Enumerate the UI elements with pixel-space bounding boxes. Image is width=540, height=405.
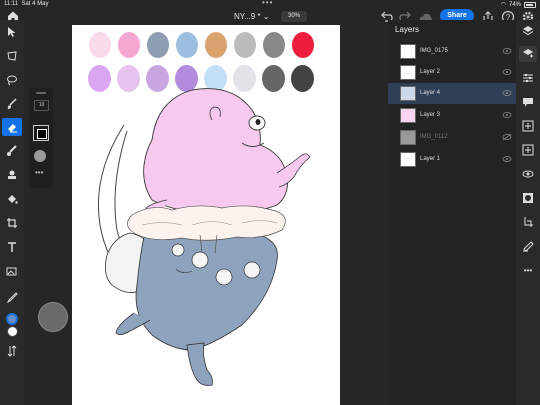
adjustments-toggle[interactable]: [519, 70, 537, 86]
eraser-icon: [8, 124, 17, 133]
layers-panel-toggle[interactable]: [519, 23, 537, 39]
fill-tool[interactable]: [2, 190, 22, 208]
transform-icon: [7, 51, 17, 61]
zoom-level[interactable]: 30%: [281, 11, 307, 22]
mask-icon: [523, 193, 533, 203]
fill-layer-button[interactable]: [519, 238, 537, 254]
layer-row-img-0112[interactable]: IMG_0112: [388, 127, 516, 148]
more-layer-options[interactable]: •••: [519, 262, 537, 278]
smudge-tool[interactable]: [2, 142, 22, 160]
background-color-swatch: [6, 325, 18, 337]
clipping-mask-button[interactable]: [519, 214, 537, 230]
layer-name: Layer 3: [420, 112, 441, 118]
eyedropper-icon: [6, 292, 18, 303]
layers-panel-title: Layers: [395, 25, 420, 34]
layers-panel: Layers IMG_0175 Layer 2 Layer 4 Layer 3 …: [388, 20, 516, 405]
brush-tool[interactable]: [2, 95, 22, 113]
crop-icon: [7, 218, 17, 228]
layer-name: Layer 4: [420, 90, 441, 96]
stamp-icon: [8, 170, 16, 179]
eyedropper-tool[interactable]: [2, 288, 22, 306]
brush-hardness-swatch[interactable]: [33, 125, 49, 141]
visibility-eye-icon[interactable]: [502, 47, 512, 55]
layer-thumbnail: [400, 152, 416, 167]
add-layer-icon: [522, 120, 534, 132]
document-canvas[interactable]: [72, 25, 340, 405]
type-tool[interactable]: [2, 238, 22, 256]
visibility-eye-icon[interactable]: [502, 68, 512, 76]
layer-properties-toggle[interactable]: [519, 46, 537, 62]
visibility-eye-icon[interactable]: [502, 89, 512, 97]
brush-size-field[interactable]: 10: [34, 100, 49, 111]
left-toolbar: [0, 20, 24, 405]
visibility-eye-icon[interactable]: [502, 111, 512, 119]
crop-tool[interactable]: [2, 214, 22, 232]
move-tool[interactable]: [2, 23, 22, 41]
status-right: ◠ 74%: [501, 1, 536, 8]
layers-stack-icon: [522, 26, 534, 36]
paint-bucket-icon: [8, 195, 18, 204]
layer-row-layer-3[interactable]: Layer 3: [388, 105, 516, 126]
brush-icon: [7, 98, 17, 109]
battery-icon: [524, 1, 536, 8]
layer-name: Layer 2: [420, 69, 441, 75]
right-toolbar: •••: [516, 20, 540, 405]
clip-icon: [524, 217, 533, 227]
swap-colors[interactable]: [2, 342, 22, 360]
eraser-tool[interactable]: [2, 118, 22, 136]
background-color[interactable]: [2, 322, 22, 340]
place-image-icon: [6, 267, 17, 276]
add-adjustment-button[interactable]: [519, 142, 537, 158]
layer-mask-button[interactable]: [519, 190, 537, 206]
chevron-down-icon: ⌄: [262, 12, 270, 21]
layer-thumbnail: [400, 130, 416, 145]
sliders-icon: [523, 73, 533, 83]
panel-grip[interactable]: [36, 92, 46, 94]
multitask-dots[interactable]: •••: [262, 0, 273, 7]
layer-row-img-0175[interactable]: IMG_0175: [388, 41, 516, 62]
brush-opacity-swatch[interactable]: [34, 150, 46, 162]
visibility-hidden-eye-icon[interactable]: [502, 133, 512, 141]
layer-row-layer-2[interactable]: Layer 2: [388, 62, 516, 83]
smudge-icon: [7, 145, 17, 156]
battery-percent: 74%: [508, 1, 521, 8]
layer-row-layer-4[interactable]: Layer 4: [388, 83, 516, 104]
layer-thumbnail: [400, 44, 416, 59]
add-adjustment-icon: [522, 144, 534, 156]
visibility-eye-icon[interactable]: [502, 155, 512, 163]
clone-stamp-tool[interactable]: [2, 166, 22, 184]
wifi-icon: ◠: [500, 2, 506, 8]
layer-name: IMG_0175: [420, 48, 449, 54]
type-t-icon: [8, 242, 16, 252]
status-bar: 11:11 Sat 4 May ••• ◠ 74%: [0, 0, 540, 9]
layer-name: IMG_0112: [420, 134, 448, 140]
add-layer-button[interactable]: [519, 118, 537, 134]
layer-visibility-toggle[interactable]: [519, 166, 537, 182]
comments-toggle[interactable]: [519, 94, 537, 110]
document-title[interactable]: NY...9 * ⌄: [234, 12, 269, 21]
place-image-tool[interactable]: [2, 262, 22, 280]
more-options-icon[interactable]: •••: [35, 168, 43, 177]
status-time: 11:11 Sat 4 May: [4, 1, 49, 7]
layer-properties-icon: [523, 49, 533, 58]
drawing-artwork: [97, 88, 311, 386]
layer-row-layer-1[interactable]: Layer 1: [388, 149, 516, 170]
layer-thumbnail: [400, 86, 416, 101]
more-dots-icon: •••: [523, 265, 533, 275]
eye-icon: [522, 170, 534, 178]
comment-icon: [523, 98, 533, 107]
fill-stroke-icon: [523, 241, 534, 252]
transform-tool[interactable]: [2, 47, 22, 65]
move-arrow-icon: [8, 27, 16, 37]
layer-thumbnail: [400, 65, 416, 80]
layer-thumbnail: [400, 108, 416, 123]
swap-arrows-icon: [7, 345, 17, 357]
layer-name: Layer 1: [420, 156, 441, 162]
lasso-icon: [7, 75, 17, 86]
lasso-tool[interactable]: [2, 71, 22, 89]
touch-shortcut-button[interactable]: [38, 302, 68, 332]
brush-options-panel: 10 •••: [29, 88, 53, 188]
